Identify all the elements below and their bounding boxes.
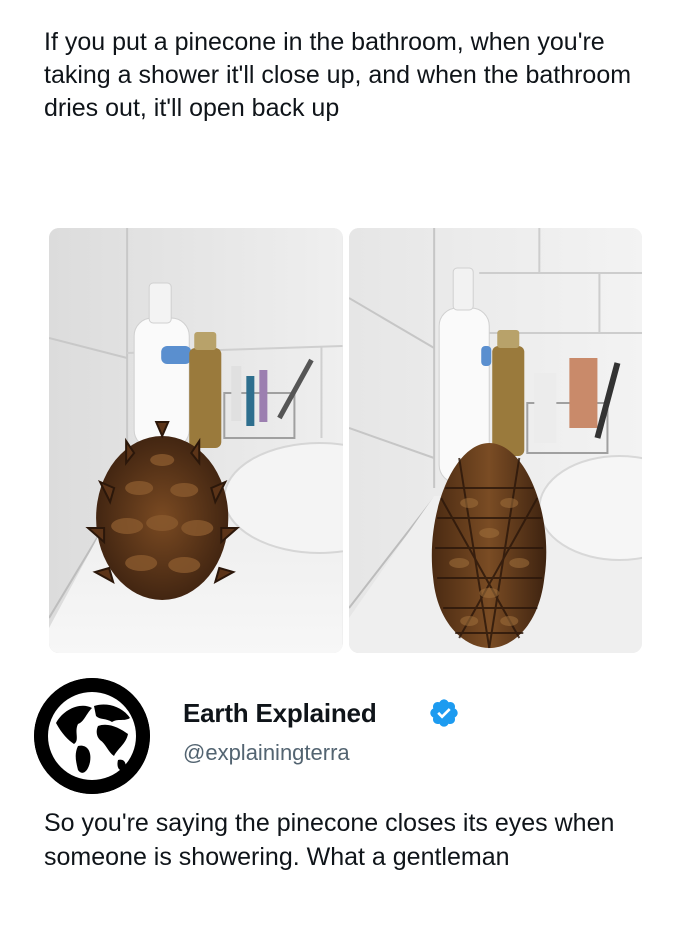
closed-pinecone-photo[interactable]: [348, 228, 642, 653]
post-text: If you put a pinecone in the bathroom, w…: [44, 28, 632, 122]
avatar[interactable]: [34, 678, 150, 794]
open-pinecone-photo[interactable]: [49, 228, 343, 653]
display-name[interactable]: Earth Explained: [183, 698, 377, 729]
media-grid[interactable]: [49, 228, 642, 653]
reply-text: So you're saying the pinecone closes its…: [44, 809, 615, 871]
globe-icon: [34, 678, 150, 794]
handle[interactable]: @explainingterra: [183, 740, 350, 766]
verified-badge-icon: [430, 699, 458, 727]
